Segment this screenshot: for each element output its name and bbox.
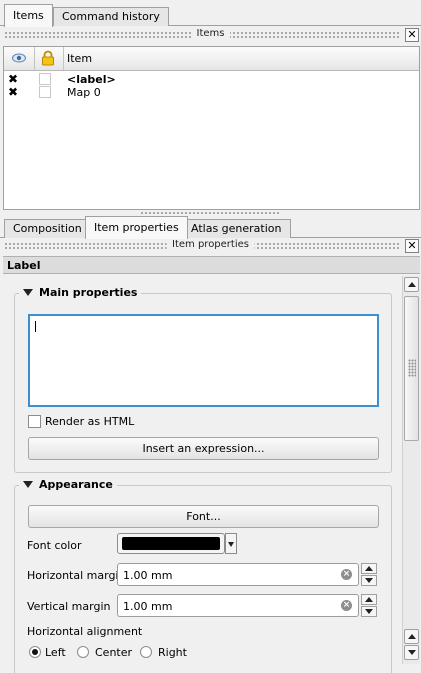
tab-command-history[interactable]: Command history [53,7,169,26]
vertical-scrollbar[interactable] [402,276,420,664]
arrow-down-icon [365,578,373,583]
arrow-up-icon [365,597,373,602]
tab-item-properties[interactable]: Item properties [85,216,188,239]
column-lock[interactable] [35,47,64,70]
render-html-label: Render as HTML [45,415,135,428]
horizontal-margin-stepper[interactable] [361,563,377,586]
clear-icon[interactable]: × [341,600,352,611]
vertical-margin-label: Vertical margin [27,600,111,613]
step-up-button[interactable] [361,563,377,574]
lock-checkbox[interactable] [39,86,51,98]
clear-icon[interactable]: × [341,569,352,580]
align-left-label: Left [45,646,66,659]
align-right-label: Right [158,646,187,659]
horizontal-alignment-label: Horizontal alignment [27,625,143,638]
table-row[interactable]: ✖ <label> [4,73,419,86]
tab-atlas-generation[interactable]: Atlas generation [182,219,291,238]
collapse-triangle-icon [23,289,33,296]
item-name: Map 0 [67,86,101,99]
font-color-swatch [122,537,220,550]
horizontal-margin-input[interactable]: 1.00 mm × [117,563,359,586]
table-row[interactable]: ✖ Map 0 [4,86,419,99]
font-color-button[interactable] [117,533,225,554]
visibility-check-icon[interactable]: ✖ [8,73,18,85]
items-dock-title: Items [190,28,231,39]
arrow-down-icon [408,650,416,655]
item-properties-panel: Label Main properties Render as HTML Ins… [3,256,420,673]
grip-icon [408,359,416,377]
properties-heading: Label [3,256,420,274]
eye-icon [12,53,26,63]
arrow-up-icon [365,566,373,571]
props-dock-title: Item properties [166,239,255,250]
step-down-button[interactable] [361,575,377,586]
step-up-button[interactable] [361,594,377,605]
scroll-up-button-lower[interactable] [404,629,419,644]
horizontal-margin-label: Horizontal margin [27,569,126,582]
align-right-radio[interactable] [140,646,152,658]
main-properties-header[interactable]: Main properties [19,286,142,299]
chevron-down-icon [228,542,234,547]
horizontal-margin-value: 1.00 mm [123,569,173,582]
props-dock-titlebar[interactable]: Item properties ✕ [0,238,421,254]
label-text-input[interactable] [28,314,379,407]
appearance-title: Appearance [39,478,113,491]
tab-composition[interactable]: Composition [4,219,91,238]
lock-checkbox[interactable] [39,73,51,85]
item-name: <label> [67,73,116,86]
vertical-margin-value: 1.00 mm [123,600,173,613]
align-center-radio[interactable] [77,646,89,658]
main-properties-title: Main properties [39,286,138,299]
column-visibility[interactable] [4,47,35,70]
vertical-margin-stepper[interactable] [361,594,377,617]
arrow-down-icon [365,609,373,614]
collapse-triangle-icon [23,481,33,488]
scroll-down-button[interactable] [404,645,419,660]
items-tree[interactable]: Item ✖ <label> ✖ Map 0 [3,46,420,210]
top-tabbar: Items Command history [0,4,421,27]
column-item[interactable]: Item [64,47,419,70]
visibility-check-icon[interactable]: ✖ [8,86,18,98]
font-color-label: Font color [27,539,82,552]
step-down-button[interactable] [361,606,377,617]
items-dock-close-icon[interactable]: ✕ [405,28,419,42]
scroll-thumb[interactable] [404,296,419,441]
items-dock-titlebar[interactable]: Items ✕ [0,27,421,43]
insert-expression-button[interactable]: Insert an expression... [28,437,379,460]
font-button[interactable]: Font... [28,505,379,528]
tab-items[interactable]: Items [4,4,53,27]
render-html-checkbox[interactable] [28,415,41,428]
props-dock-close-icon[interactable]: ✕ [405,239,419,253]
arrow-up-icon [408,634,416,639]
align-left-radio[interactable] [29,646,41,658]
items-header: Item [4,47,419,71]
scroll-up-button[interactable] [404,277,419,292]
align-center-label: Center [95,646,133,659]
splitter-handle[interactable] [140,211,280,215]
font-color-dropdown[interactable] [225,533,237,554]
arrow-up-icon [408,282,416,287]
appearance-header[interactable]: Appearance [19,478,117,491]
column-item-label: Item [67,52,93,65]
text-caret [35,321,36,332]
bottom-tabbar: Composition Item properties Atlas genera… [0,216,421,239]
vertical-margin-input[interactable]: 1.00 mm × [117,594,359,617]
lock-icon [42,50,54,66]
